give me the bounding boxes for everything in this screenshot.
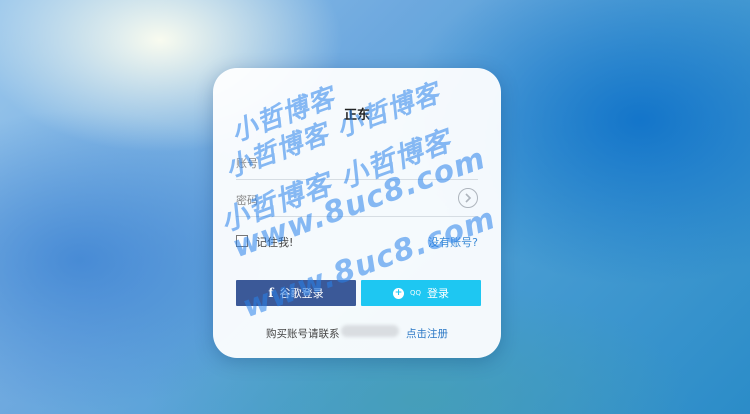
remember-checkbox[interactable] xyxy=(236,235,248,247)
no-account-link[interactable]: 没有账号? xyxy=(428,234,478,250)
blurred-contact xyxy=(341,325,399,337)
login-title: 正东 xyxy=(343,108,370,123)
qq-login-label: 登录 xyxy=(427,287,450,300)
eye-icon[interactable] xyxy=(458,188,478,208)
facebook-icon: f xyxy=(268,286,274,300)
facebook-login-label: 谷歌登录 xyxy=(279,287,324,300)
login-card: 正东 记住我! 没有账号? f 谷歌登录 + QQ 登录 购买账号请联系 点击注… xyxy=(213,68,501,358)
register-link[interactable]: 点击注册 xyxy=(406,326,448,341)
password-underline xyxy=(236,216,478,217)
username-input[interactable] xyxy=(236,155,476,171)
qq-icon: + xyxy=(392,287,404,299)
footer-contact-text: 购买账号请联系 xyxy=(266,328,340,340)
remember-label: 记住我! xyxy=(256,236,294,249)
qq-small-label: QQ xyxy=(409,289,422,297)
qq-login-button[interactable]: + QQ 登录 xyxy=(361,280,481,306)
facebook-login-button[interactable]: f 谷歌登录 xyxy=(236,280,356,306)
password-input[interactable] xyxy=(236,192,446,208)
username-underline xyxy=(236,179,478,180)
